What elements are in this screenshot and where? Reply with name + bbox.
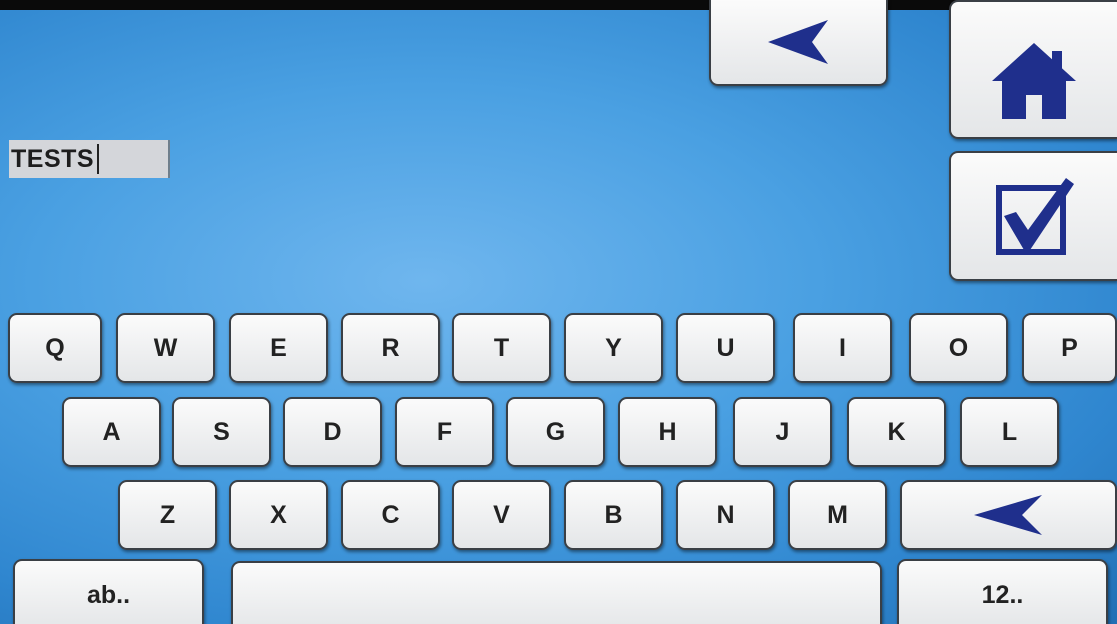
space-key[interactable]: [231, 561, 882, 624]
key-label: V: [493, 500, 510, 529]
key-label: K: [887, 417, 906, 446]
key-l[interactable]: L: [960, 397, 1059, 467]
key-d[interactable]: D: [283, 397, 382, 467]
backspace-arrow-icon: [972, 493, 1046, 537]
key-q[interactable]: Q: [8, 313, 102, 383]
key-label: O: [948, 333, 969, 362]
key-h[interactable]: H: [618, 397, 717, 467]
key-r[interactable]: R: [341, 313, 440, 383]
key-label: Z: [159, 500, 176, 529]
key-j[interactable]: J: [733, 397, 832, 467]
key-e[interactable]: E: [229, 313, 328, 383]
key-v[interactable]: V: [452, 480, 551, 550]
key-i[interactable]: I: [793, 313, 892, 383]
key-label: C: [381, 500, 400, 529]
keyboard-screen: TESTS Q W E R T Y U I O P A S D F G H J …: [0, 0, 1117, 624]
key-n[interactable]: N: [676, 480, 775, 550]
key-label: D: [323, 417, 342, 446]
key-s[interactable]: S: [172, 397, 271, 467]
key-f[interactable]: F: [395, 397, 494, 467]
confirm-button[interactable]: [949, 151, 1117, 281]
key-label: F: [436, 417, 453, 446]
key-c[interactable]: C: [341, 480, 440, 550]
key-label: P: [1061, 333, 1078, 362]
key-label: T: [493, 333, 510, 362]
key-label: H: [658, 417, 677, 446]
text-input-value: TESTS: [11, 144, 95, 173]
key-label: M: [827, 500, 848, 529]
checkbox-check-icon: [990, 176, 1078, 256]
numbers-toggle-label: 12..: [981, 580, 1024, 609]
lowercase-toggle-label: ab..: [86, 580, 131, 609]
key-label: W: [153, 333, 178, 362]
key-k[interactable]: K: [847, 397, 946, 467]
text-cursor: [97, 144, 100, 174]
key-p[interactable]: P: [1022, 313, 1117, 383]
key-t[interactable]: T: [452, 313, 551, 383]
key-label: G: [545, 417, 566, 446]
key-label: Q: [45, 333, 65, 362]
key-y[interactable]: Y: [564, 313, 663, 383]
key-w[interactable]: W: [116, 313, 215, 383]
key-m[interactable]: M: [788, 480, 887, 550]
key-label: N: [716, 500, 735, 529]
key-label: X: [270, 500, 287, 529]
text-input-field[interactable]: TESTS: [9, 140, 170, 178]
key-label: E: [270, 333, 287, 362]
key-z[interactable]: Z: [118, 480, 217, 550]
key-u[interactable]: U: [676, 313, 775, 383]
backspace-key[interactable]: [900, 480, 1117, 550]
home-button[interactable]: [949, 0, 1117, 139]
home-icon: [990, 41, 1078, 121]
key-label: A: [102, 417, 121, 446]
key-label: U: [716, 333, 735, 362]
key-label: I: [839, 333, 846, 362]
key-a[interactable]: A: [62, 397, 161, 467]
key-label: J: [775, 417, 790, 446]
key-label: S: [213, 417, 230, 446]
key-label: L: [1001, 417, 1018, 446]
key-label: B: [604, 500, 623, 529]
lowercase-toggle-key[interactable]: ab..: [13, 559, 204, 624]
key-label: Y: [605, 333, 622, 362]
key-b[interactable]: B: [564, 480, 663, 550]
back-button[interactable]: [709, 0, 888, 86]
numbers-toggle-key[interactable]: 12..: [897, 559, 1108, 624]
key-o[interactable]: O: [909, 313, 1008, 383]
back-arrow-icon: [766, 17, 832, 67]
key-g[interactable]: G: [506, 397, 605, 467]
key-x[interactable]: X: [229, 480, 328, 550]
key-label: R: [381, 333, 400, 362]
